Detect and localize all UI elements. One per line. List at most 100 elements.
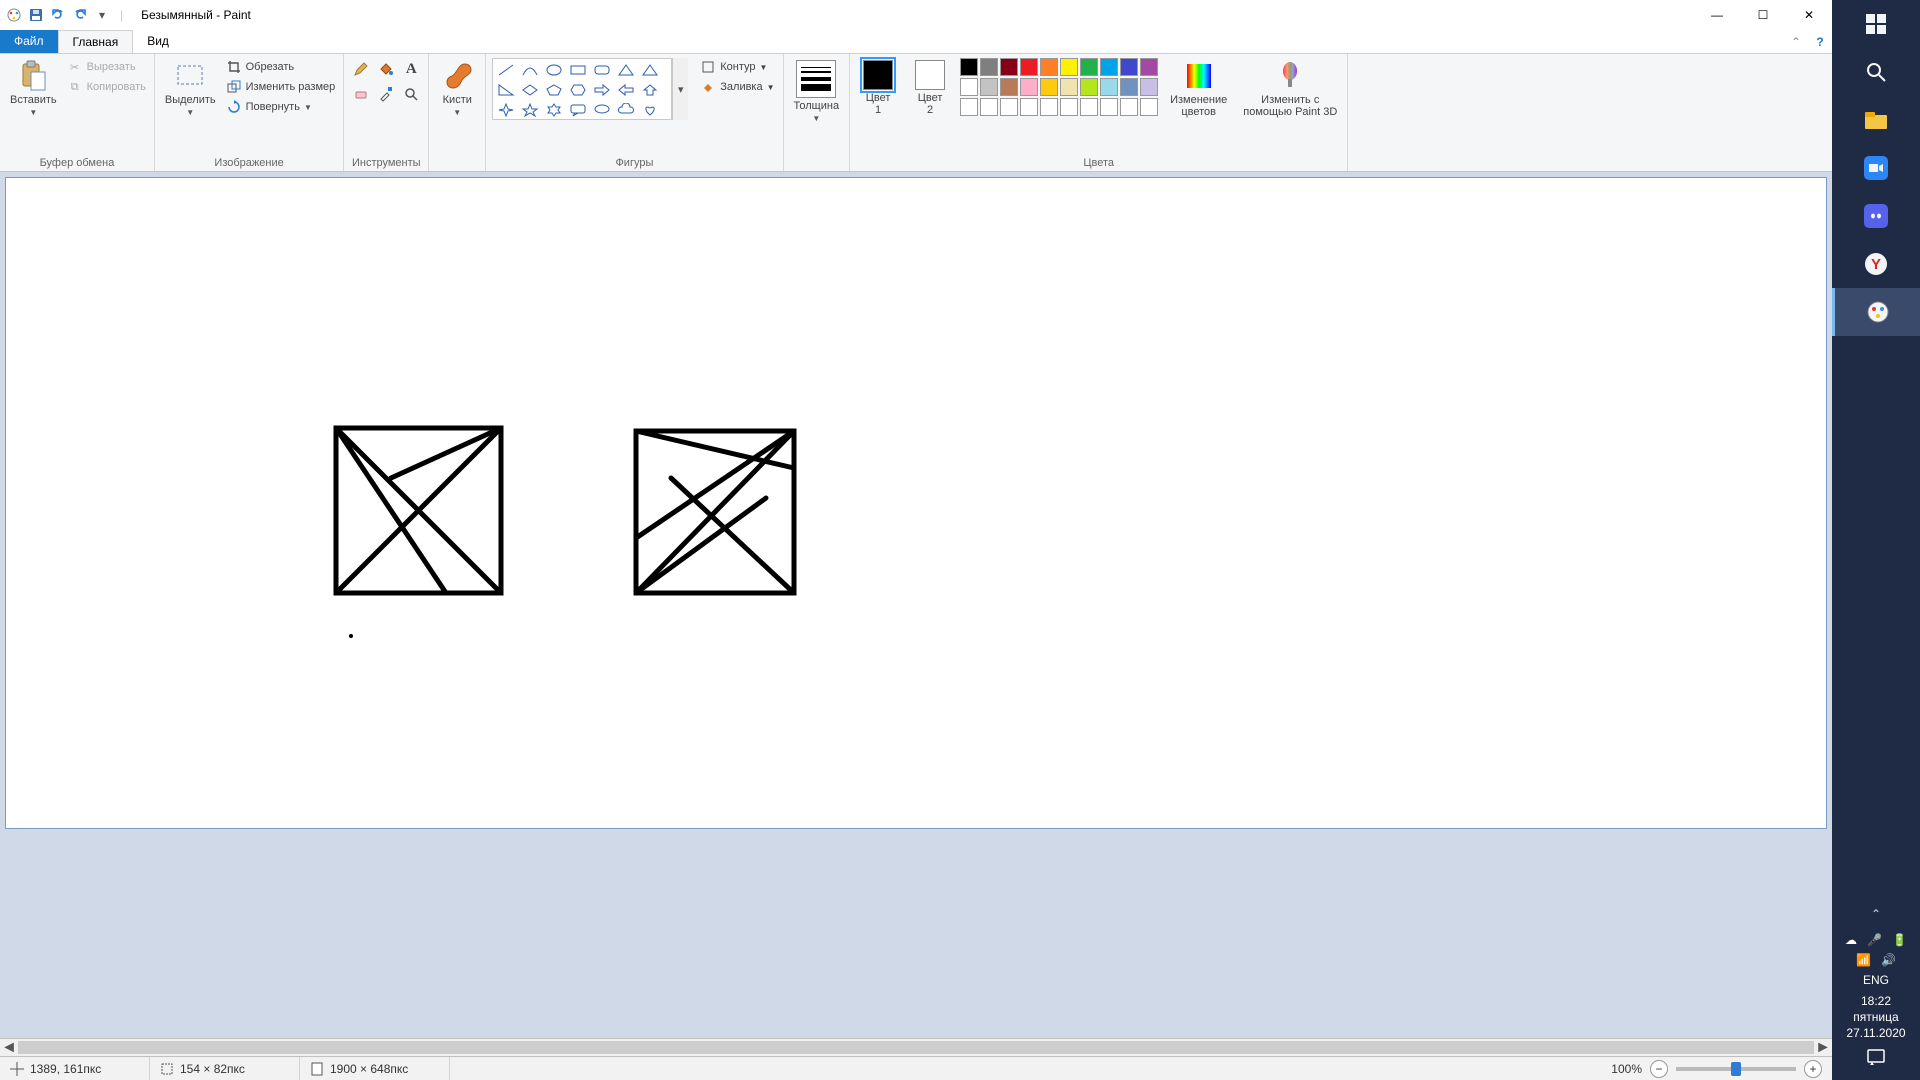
palette-color[interactable] — [1120, 78, 1138, 96]
shape-curve-icon[interactable] — [519, 61, 541, 79]
taskbar[interactable]: Y ⌃ ☁ 🎤 🔋 📶 🔊 ENG 18:22 пятница 27.11.20… — [1832, 0, 1920, 1080]
palette-color[interactable] — [1100, 58, 1118, 76]
qat-save-icon[interactable] — [28, 7, 44, 23]
shape-heart-icon[interactable] — [639, 101, 661, 119]
palette-color[interactable] — [1140, 58, 1158, 76]
palette-custom-slot[interactable] — [1080, 98, 1098, 116]
palette-custom-slot[interactable] — [1040, 98, 1058, 116]
palette-custom-slot[interactable] — [1000, 98, 1018, 116]
crop-button[interactable]: Обрезать — [224, 58, 338, 76]
close-button[interactable]: ✕ — [1786, 0, 1832, 30]
picker-tool-icon[interactable] — [375, 83, 397, 105]
palette-custom-slot[interactable] — [1120, 98, 1138, 116]
taskbar-explorer-icon[interactable] — [1832, 96, 1920, 144]
tab-file[interactable]: Файл — [0, 30, 58, 53]
help-icon[interactable]: ? — [1808, 30, 1832, 53]
pencil-tool-icon[interactable] — [350, 58, 372, 80]
palette-row1[interactable] — [960, 58, 1158, 76]
size-button[interactable]: Толщина ▼ — [790, 58, 844, 125]
palette-custom-slot[interactable] — [1020, 98, 1038, 116]
palette-custom-slot[interactable] — [1100, 98, 1118, 116]
shape-pentagon-icon[interactable] — [543, 81, 565, 99]
shapes-more-icon[interactable]: ▾ — [672, 58, 688, 120]
start-button[interactable] — [1832, 0, 1920, 48]
palette-color[interactable] — [1100, 78, 1118, 96]
minimize-button[interactable]: ― — [1694, 0, 1740, 30]
color1-button[interactable]: Цвет 1 — [856, 58, 900, 118]
shape-rect-icon[interactable] — [567, 61, 589, 79]
palette-color[interactable] — [1060, 58, 1078, 76]
palette-color[interactable] — [1020, 58, 1038, 76]
palette-custom[interactable] — [960, 98, 1158, 116]
shape-arrowu-icon[interactable] — [639, 81, 661, 99]
qat-undo-icon[interactable] — [50, 7, 66, 23]
palette-row2[interactable] — [960, 78, 1158, 96]
tray-clock[interactable]: 18:22 пятница 27.11.2020 — [1846, 993, 1905, 1041]
palette-custom-slot[interactable] — [980, 98, 998, 116]
zoom-slider[interactable] — [1676, 1067, 1796, 1071]
titlebar[interactable]: ▾ | Безымянный - Paint ― ☐ ✕ — [0, 0, 1832, 30]
palette-color[interactable] — [1040, 58, 1058, 76]
eraser-tool-icon[interactable] — [350, 83, 372, 105]
palette-color[interactable] — [1040, 78, 1058, 96]
taskbar-paint-icon[interactable] — [1832, 288, 1920, 336]
shape-triangle-icon[interactable] — [639, 61, 661, 79]
palette-color[interactable] — [1080, 58, 1098, 76]
shape-callout-icon[interactable] — [567, 101, 589, 119]
shape-callout2-icon[interactable] — [591, 101, 613, 119]
tray-notifications-icon[interactable] — [1866, 1047, 1886, 1070]
palette-color[interactable] — [960, 78, 978, 96]
palette-color[interactable] — [1120, 58, 1138, 76]
taskbar-discord-icon[interactable] — [1832, 192, 1920, 240]
shape-arrowl-icon[interactable] — [615, 81, 637, 99]
zoom-in-button[interactable]: + — [1804, 1060, 1822, 1078]
palette-custom-slot[interactable] — [960, 98, 978, 116]
canvas[interactable] — [6, 178, 1826, 828]
qat-redo-icon[interactable] — [72, 7, 88, 23]
shape-cloud-icon[interactable] — [615, 101, 637, 119]
taskbar-yandex-icon[interactable]: Y — [1832, 240, 1920, 288]
tray-wifi-icon[interactable]: 📶 — [1856, 953, 1871, 967]
shape-oval-icon[interactable] — [543, 61, 565, 79]
palette-color[interactable] — [960, 58, 978, 76]
shape-polygon-icon[interactable] — [615, 61, 637, 79]
workarea[interactable]: ◄ ► — [0, 172, 1832, 1056]
palette-color[interactable] — [1140, 78, 1158, 96]
palette-color[interactable] — [980, 58, 998, 76]
shape-star4-icon[interactable] — [495, 101, 517, 119]
palette-color[interactable] — [1020, 78, 1038, 96]
edit-colors-button[interactable]: Изменение цветов — [1166, 58, 1231, 120]
text-tool-icon[interactable]: A — [400, 58, 422, 80]
fill-tool-icon[interactable] — [375, 58, 397, 80]
tray-mic-icon[interactable]: 🎤 — [1867, 933, 1882, 947]
zoom-out-button[interactable]: − — [1650, 1060, 1668, 1078]
scroll-left-icon[interactable]: ◄ — [0, 1039, 18, 1056]
shape-arrowr-icon[interactable] — [591, 81, 613, 99]
shape-line-icon[interactable] — [495, 61, 517, 79]
select-button[interactable]: Выделить ▼ — [161, 58, 220, 119]
palette-custom-slot[interactable] — [1140, 98, 1158, 116]
shapes-gallery[interactable] — [492, 58, 672, 120]
palette-custom-slot[interactable] — [1060, 98, 1078, 116]
tray-volume-icon[interactable]: 🔊 — [1881, 953, 1896, 967]
shape-roundrect-icon[interactable] — [591, 61, 613, 79]
maximize-button[interactable]: ☐ — [1740, 0, 1786, 30]
palette-color[interactable] — [980, 78, 998, 96]
shape-diamond-icon[interactable] — [519, 81, 541, 99]
shape-rtri-icon[interactable] — [495, 81, 517, 99]
shape-hexagon-icon[interactable] — [567, 81, 589, 99]
rotate-button[interactable]: Повернуть ▼ — [224, 98, 338, 116]
horizontal-scrollbar[interactable]: ◄ ► — [0, 1038, 1832, 1056]
shape-outline-button[interactable]: Контур▼ — [698, 58, 776, 76]
shape-fill-button[interactable]: Заливка▼ — [698, 78, 776, 96]
paint3d-button[interactable]: Изменить с помощью Paint 3D — [1239, 58, 1341, 120]
taskbar-zoom-icon[interactable] — [1832, 144, 1920, 192]
tray-language[interactable]: ENG — [1863, 973, 1889, 987]
palette-color[interactable] — [1060, 78, 1078, 96]
shape-star5-icon[interactable] — [519, 101, 541, 119]
brushes-button[interactable]: Кисти ▼ — [435, 58, 479, 119]
palette-color[interactable] — [1080, 78, 1098, 96]
qat-customize-icon[interactable]: ▾ — [94, 7, 110, 23]
resize-button[interactable]: Изменить размер — [224, 78, 338, 96]
scroll-thumb[interactable] — [18, 1041, 1814, 1054]
